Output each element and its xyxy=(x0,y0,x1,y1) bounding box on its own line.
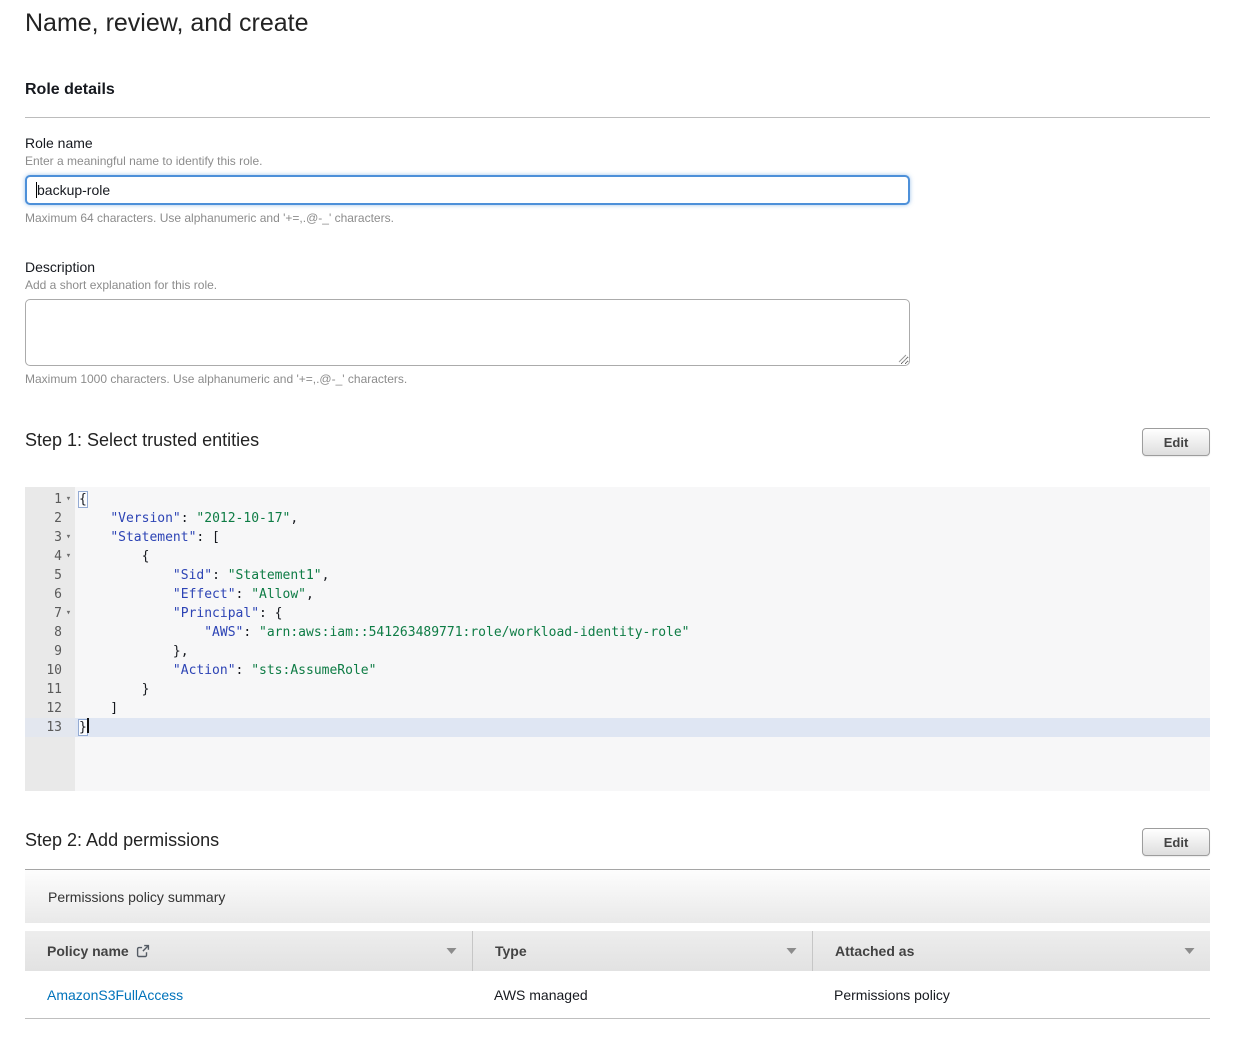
line-number: 5 xyxy=(25,566,75,585)
description-field: Description Add a short explanation for … xyxy=(25,259,1210,386)
role-name-constraint: Maximum 64 characters. Use alphanumeric … xyxy=(25,211,1210,225)
code-text: "Sid": "Statement1", xyxy=(75,566,329,585)
code-text: "Version": "2012-10-17", xyxy=(75,509,298,528)
description-label: Description xyxy=(25,259,1210,276)
code-text: } xyxy=(75,680,149,699)
fold-arrow-icon[interactable]: ▾ xyxy=(62,547,75,566)
step2-heading: Step 2: Add permissions xyxy=(25,828,219,852)
code-line: 9 }, xyxy=(25,642,1210,661)
code-line: 13} xyxy=(25,718,1210,737)
column-label: Attached as xyxy=(835,943,914,959)
step1-section: Step 1: Select trusted entities Edit 1▾{… xyxy=(25,428,1210,791)
table-cell: AWS managed xyxy=(472,987,812,1003)
table-row: AmazonS3FullAccess AWS managedPermissions… xyxy=(25,971,1210,1019)
role-name-label: Role name xyxy=(25,135,1210,152)
code-text: "Action": "sts:AssumeRole" xyxy=(75,661,376,680)
code-text: { xyxy=(75,547,149,566)
step2-section: Step 2: Add permissions Edit Permissions… xyxy=(25,828,1210,1019)
policy-table: Policy name Type Attached as AmazonS3FullA… xyxy=(25,931,1210,1019)
step1-heading: Step 1: Select trusted entities xyxy=(25,428,259,452)
table-cell: AmazonS3FullAccess xyxy=(25,987,472,1003)
role-details-section: Role details Role name Enter a meaningfu… xyxy=(25,81,1210,386)
line-number: 1▾ xyxy=(25,490,75,509)
table-cell: Permissions policy xyxy=(812,987,1210,1003)
line-number: 12 xyxy=(25,699,75,718)
trust-policy-editor[interactable]: 1▾{2 "Version": "2012-10-17",3▾ "Stateme… xyxy=(25,487,1210,791)
section-divider xyxy=(25,117,1210,118)
code-line: 7▾ "Principal": { xyxy=(25,604,1210,623)
code-text: { xyxy=(75,490,87,509)
code-text: "AWS": "arn:aws:iam::541263489771:role/w… xyxy=(75,623,690,642)
code-line: 1▾{ xyxy=(25,490,1210,509)
line-number: 8 xyxy=(25,623,75,642)
edit-trusted-entities-button[interactable]: Edit xyxy=(1142,428,1210,456)
line-number: 3▾ xyxy=(25,528,75,547)
editor-caret xyxy=(87,718,89,733)
column-header-attached-as[interactable]: Attached as xyxy=(812,931,1210,971)
column-header-type[interactable]: Type xyxy=(472,931,812,971)
code-line: 5 "Sid": "Statement1", xyxy=(25,566,1210,585)
fold-arrow-icon[interactable]: ▾ xyxy=(62,604,75,623)
permissions-panel-header: Permissions policy summary xyxy=(25,870,1210,923)
code-text: } xyxy=(75,718,89,737)
code-line: 12 ] xyxy=(25,699,1210,718)
column-header-policy-name[interactable]: Policy name xyxy=(25,931,472,971)
code-text: ] xyxy=(75,699,118,718)
line-number: 13 xyxy=(25,718,75,737)
code-text: "Principal": { xyxy=(75,604,283,623)
permissions-panel: Permissions policy summary Policy name Ty… xyxy=(25,869,1210,1019)
line-number: 9 xyxy=(25,642,75,661)
line-number: 4▾ xyxy=(25,547,75,566)
external-link-icon xyxy=(136,944,150,958)
description-help: Add a short explanation for this role. xyxy=(25,278,1210,292)
code-text: "Statement": [ xyxy=(75,528,220,547)
column-label: Type xyxy=(495,943,527,959)
code-line: 4▾ { xyxy=(25,547,1210,566)
code-line: 2 "Version": "2012-10-17", xyxy=(25,509,1210,528)
filter-dropdown-icon[interactable] xyxy=(785,947,798,955)
code-text: }, xyxy=(75,642,189,661)
code-line: 3▾ "Statement": [ xyxy=(25,528,1210,547)
description-textarea[interactable] xyxy=(25,299,910,366)
filter-dropdown-icon[interactable] xyxy=(1183,947,1196,955)
page-title: Name, review, and create xyxy=(25,10,1210,37)
description-constraint: Maximum 1000 characters. Use alphanumeri… xyxy=(25,372,1210,386)
edit-permissions-button[interactable]: Edit xyxy=(1142,828,1210,856)
role-name-input[interactable] xyxy=(25,175,910,205)
code-line: 6 "Effect": "Allow", xyxy=(25,585,1210,604)
line-number: 10 xyxy=(25,661,75,680)
code-line: 8 "AWS": "arn:aws:iam::541263489771:role… xyxy=(25,623,1210,642)
line-number: 2 xyxy=(25,509,75,528)
role-details-heading: Role details xyxy=(25,81,1210,98)
line-number: 11 xyxy=(25,680,75,699)
line-number: 7▾ xyxy=(25,604,75,623)
column-label: Policy name xyxy=(47,943,129,959)
fold-arrow-icon[interactable]: ▾ xyxy=(62,490,75,509)
line-number: 6 xyxy=(25,585,75,604)
text-cursor xyxy=(36,182,37,198)
filter-dropdown-icon[interactable] xyxy=(445,947,458,955)
policy-table-header-row: Policy name Type Attached as xyxy=(25,931,1210,971)
code-line: 10 "Action": "sts:AssumeRole" xyxy=(25,661,1210,680)
policy-name-link[interactable]: AmazonS3FullAccess xyxy=(47,987,183,1003)
code-line: 11 } xyxy=(25,680,1210,699)
page: Name, review, and create Role details Ro… xyxy=(0,0,1242,1019)
role-name-field: Role name Enter a meaningful name to ide… xyxy=(25,135,1210,225)
policy-table-body: AmazonS3FullAccess AWS managedPermissions… xyxy=(25,971,1210,1019)
permissions-panel-title: Permissions policy summary xyxy=(48,889,225,905)
fold-arrow-icon[interactable]: ▾ xyxy=(62,528,75,547)
role-name-help: Enter a meaningful name to identify this… xyxy=(25,154,1210,168)
code-text: "Effect": "Allow", xyxy=(75,585,314,604)
